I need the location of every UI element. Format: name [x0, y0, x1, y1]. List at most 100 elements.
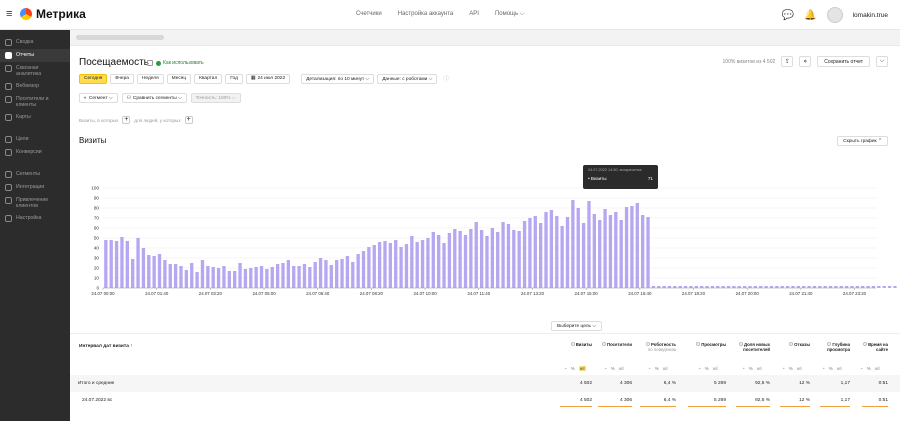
sidebar-item-acquisition[interactable]: Привлечение клиентов — [0, 194, 70, 212]
pie-mode-icon[interactable]: ◔ — [860, 366, 863, 371]
sidebar-item-summary[interactable]: Сводка — [0, 36, 70, 49]
bar-mode-icon[interactable]: ıııl — [713, 366, 718, 371]
bar-mode-icon[interactable]: ıııl — [663, 366, 668, 371]
column-header[interactable]: Время на сайте — [858, 342, 888, 352]
bar-mode-icon[interactable]: ıııl — [619, 366, 624, 371]
period-month[interactable]: Месяц — [166, 73, 192, 84]
column-header[interactable]: Просмотры — [684, 342, 726, 347]
bar-mode-icon[interactable]: ıııl — [757, 366, 762, 371]
column-header[interactable]: Отказы — [776, 342, 810, 347]
chart-bar — [308, 267, 312, 288]
add-visit-filter-button[interactable]: + — [122, 116, 131, 124]
percent-mode-icon[interactable]: % — [749, 366, 753, 371]
column-radio-icon[interactable] — [863, 342, 868, 346]
save-report-button[interactable]: Сохранить отчет — [817, 56, 870, 67]
column-header[interactable]: Посетители — [594, 342, 632, 347]
column-mode-toggles[interactable]: ◔% ıııl — [782, 366, 802, 371]
pie-mode-icon[interactable]: ◔ — [698, 366, 701, 371]
percent-mode-icon[interactable]: % — [611, 366, 615, 371]
hide-chart-button[interactable]: Скрыть график ⌃ — [837, 136, 888, 146]
bar-mode-icon[interactable]: ıııl — [837, 366, 842, 371]
pie-mode-icon[interactable]: ◔ — [648, 366, 651, 371]
select-goal-button[interactable]: Выберите цель ⌵ — [551, 321, 602, 331]
bar-mode-icon[interactable]: ıııl — [797, 366, 802, 371]
visits-chart[interactable]: 0 10 20 30 40 50 60 70 80 90 100 24.07 00:00 24.07 0… — [70, 150, 900, 300]
menu-icon[interactable]: ≡ — [6, 8, 16, 20]
date-picker[interactable]: ▦ 24 июл 2022 — [245, 73, 291, 84]
column-mode-toggles[interactable]: ◔% ıııl — [742, 366, 762, 371]
column-mode-toggles[interactable]: ◔% ıııl — [822, 366, 842, 371]
sidebar-item-conversions[interactable]: Конверсии — [0, 146, 70, 159]
nav-account-settings[interactable]: Настройка аккаунта — [398, 11, 454, 18]
period-quarter[interactable]: Квартал — [194, 73, 223, 84]
sidebar-item-goals[interactable]: Цели — [0, 133, 70, 146]
percent-mode-icon[interactable]: % — [705, 366, 709, 371]
avatar[interactable] — [826, 7, 843, 23]
percent-mode-icon[interactable]: % — [789, 366, 793, 371]
info-icon[interactable]: ⓘ — [440, 73, 453, 84]
percent-mode-icon[interactable]: % — [571, 366, 575, 371]
period-yesterday[interactable]: Вчера — [110, 73, 134, 84]
column-header[interactable]: Роботность по поведению — [636, 342, 676, 352]
bar-mode-icon[interactable]: ıııl — [578, 366, 586, 371]
column-radio-icon[interactable] — [570, 342, 575, 346]
sidebar-item-segments[interactable]: Сегменты — [0, 168, 70, 181]
column-radio-icon[interactable] — [789, 342, 794, 346]
pie-mode-icon[interactable]: ◔ — [782, 366, 785, 371]
chevron-down-icon[interactable]: ⌵ — [876, 56, 888, 67]
counter-name-blurred[interactable] — [76, 35, 164, 40]
detail-select[interactable]: Детализация: по 10 минут ⌵ — [301, 73, 375, 84]
period-year[interactable]: Год — [225, 73, 243, 84]
column-radio-icon[interactable] — [696, 342, 701, 346]
pie-mode-icon[interactable]: ◔ — [564, 366, 567, 371]
column-radio-icon[interactable] — [602, 342, 606, 346]
nav-help[interactable]: Помощь ⌵ — [495, 11, 524, 18]
sidebar-item-maps[interactable]: Карты — [0, 111, 70, 124]
nav-api[interactable]: API — [469, 11, 479, 18]
period-today[interactable]: Сегодня — [79, 73, 108, 84]
column-radio-icon[interactable] — [827, 342, 832, 346]
percent-mode-icon[interactable]: % — [829, 366, 833, 371]
add-people-filter-button[interactable]: + — [184, 116, 193, 124]
logo[interactable]: ≡ Метрика — [6, 7, 86, 21]
sidebar-item-integrations[interactable]: Интеграции — [0, 181, 70, 194]
bookmark-icon[interactable] — [147, 60, 153, 66]
chat-icon[interactable]: 💬 — [782, 10, 794, 21]
pie-mode-icon[interactable]: ◔ — [742, 366, 745, 371]
robots-select[interactable]: Данные: с роботами ⌵ — [377, 73, 438, 84]
column-radio-icon[interactable] — [646, 342, 651, 346]
column-header[interactable]: Визиты — [556, 342, 592, 347]
column-mode-toggles[interactable]: ◔% ıııl — [860, 366, 880, 371]
column-header[interactable]: Доля новых посетителей — [732, 342, 770, 352]
column-mode-toggles[interactable]: ◔% ıııl — [648, 366, 668, 371]
compare-segments-button[interactable]: ⚇ Сравнить сегменты ⌵ — [121, 93, 187, 103]
sidebar-item-webvisor[interactable]: Вебвизор — [0, 80, 70, 93]
column-mode-toggles[interactable]: ◔% ıııl — [604, 366, 624, 371]
sidebar-item-settings[interactable]: Настройка — [0, 212, 70, 225]
percent-mode-icon[interactable]: % — [867, 366, 871, 371]
bar-mode-icon[interactable]: ıııl — [875, 366, 880, 371]
group-column-header[interactable]: Интервал дат визита ↑ — [79, 344, 133, 349]
pie-mode-icon[interactable]: ◔ — [822, 366, 825, 371]
percent-mode-icon[interactable]: % — [655, 366, 659, 371]
pie-mode-icon[interactable]: ◔ — [604, 366, 607, 371]
chart-bar — [614, 212, 618, 288]
sidebar-item-end-to-end[interactable]: Сквозная аналитика — [0, 62, 70, 80]
sidebar-item-visitors[interactable]: Посетители и клиенты — [0, 93, 70, 111]
metrika-logo-icon — [20, 8, 32, 20]
table-row[interactable]: 24.07.2022 вс 4 502 4 306 6,4 % 5 269 92,5 %… — [70, 392, 900, 409]
share-button[interactable]: ⋄ — [799, 56, 812, 67]
column-mode-toggles[interactable]: ◔% ıııl — [564, 366, 586, 371]
export-button[interactable]: ⇪ — [781, 56, 794, 67]
column-radio-icon[interactable] — [739, 342, 744, 346]
username[interactable]: lomakin.true — [853, 12, 888, 19]
sidebar-item-reports[interactable]: Отчеты — [0, 49, 70, 62]
nav-counters[interactable]: Счетчики — [356, 11, 382, 18]
column-header[interactable]: Глубина просмотра — [816, 342, 850, 352]
bell-icon[interactable]: 🔔 — [804, 10, 816, 21]
period-week[interactable]: Неделя — [136, 73, 164, 84]
segment-button[interactable]: ◐ Сегмент ⌵ — [79, 93, 118, 103]
accuracy-select[interactable]: Точность: 100% ⌵ — [190, 93, 241, 103]
column-mode-toggles[interactable]: ◔% ıııl — [698, 366, 718, 371]
howto-link[interactable]: Как использовать — [156, 60, 204, 66]
